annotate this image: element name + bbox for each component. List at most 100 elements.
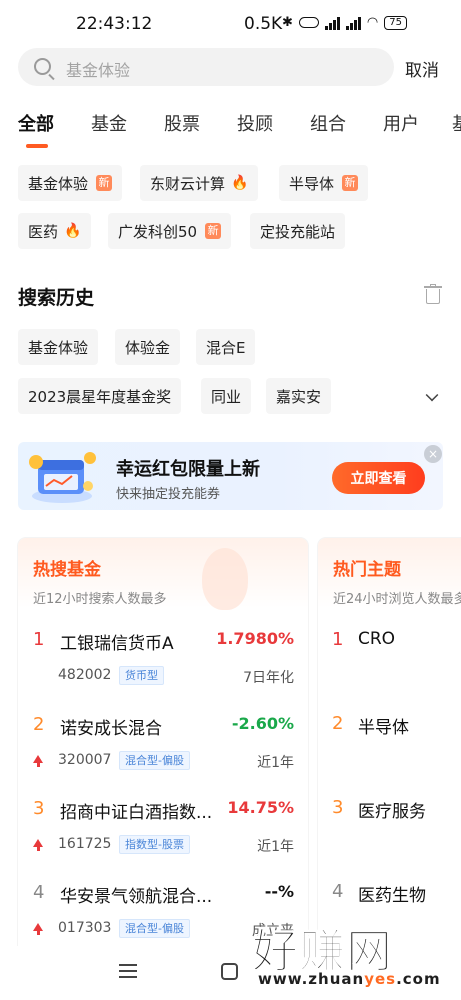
fund-type-tag: 指数型-股票: [119, 835, 190, 854]
chip-label: 东财云计算: [150, 174, 226, 193]
fund-return: -2.60%: [231, 714, 294, 733]
fund-code: 482002: [58, 667, 112, 683]
topic-name: 医疗服务: [358, 802, 426, 822]
tab-more[interactable]: 基: [452, 110, 461, 136]
watermark-url: www.zhuanyes.com: [258, 970, 441, 988]
chevron-down-icon[interactable]: [425, 388, 439, 402]
status-icons: ✱ ◠ 75: [282, 15, 407, 30]
rank-up-icon: [33, 923, 43, 935]
rank-up-icon: [33, 755, 43, 767]
fund-name: 诺安成长混合: [60, 719, 162, 739]
trash-icon[interactable]: [424, 284, 442, 304]
menu-icon[interactable]: [119, 964, 137, 978]
hot-search-chip[interactable]: 广发科创50 新: [108, 213, 232, 249]
history-chip[interactable]: 基金体验: [18, 329, 99, 365]
category-tabs: 全部 基金 股票 投顾 组合 用户 基: [0, 110, 461, 150]
fund-name: 华安景气领航混合...: [60, 887, 213, 907]
topic-rank: 2: [332, 713, 344, 734]
tab-fund[interactable]: 基金: [91, 110, 127, 136]
hot-search-chip[interactable]: 定投充能站: [250, 213, 346, 249]
topic-row[interactable]: 2 半导体: [318, 713, 461, 797]
tab-stock[interactable]: 股票: [164, 110, 200, 136]
history-chip[interactable]: 同业: [201, 378, 252, 414]
banner-title: 幸运红包限量上新: [116, 459, 260, 480]
topic-row[interactable]: 1 CRO: [318, 629, 461, 713]
fund-row[interactable]: 3 招商中证白酒指数... 14.75% 161725 指数型-股票 近1年: [18, 798, 308, 882]
home-icon[interactable]: [221, 963, 238, 980]
search-page: 22:43:12 0.5K ✱ ◠ 75 基金体验 取消 全部 基金 股票 投顾…: [0, 0, 461, 1000]
chip-label: 基金体验: [28, 174, 89, 193]
fund-period: 近1年: [257, 755, 294, 771]
banner-subtitle: 快来抽定投充能券: [116, 487, 221, 502]
fire-icon: 🔥: [64, 223, 82, 239]
status-bar: 22:43:12 0.5K ✱ ◠ 75: [0, 0, 461, 50]
tab-user[interactable]: 用户: [383, 110, 419, 136]
new-badge: 新: [96, 175, 113, 191]
fund-rank: 3: [33, 798, 45, 819]
search-input[interactable]: 基金体验: [18, 48, 394, 86]
fund-row[interactable]: 1 工银瑞信货币A 1.7980% 482002 货币型 7日年化: [18, 629, 308, 713]
history-chip[interactable]: 嘉实安: [266, 378, 332, 414]
new-badge: 新: [205, 223, 222, 239]
topic-rank: 3: [332, 797, 344, 818]
chip-label: 医药: [28, 222, 59, 241]
fund-period: 近1年: [257, 839, 294, 855]
history-title: 搜索历史: [18, 287, 95, 309]
search-placeholder: 基金体验: [66, 61, 131, 80]
fire-icon: 🔥: [231, 175, 249, 191]
view-now-button[interactable]: 立即查看: [332, 462, 425, 494]
fund-code: 161725: [58, 836, 112, 852]
hot-funds-subtitle: 近12小时搜索人数最多: [33, 592, 167, 607]
signal-icon: [324, 16, 340, 30]
topic-row[interactable]: 3 医疗服务: [318, 797, 461, 881]
hot-topics-title: 热门主题: [333, 560, 401, 580]
battery-icon: 75: [384, 15, 407, 30]
signal-icon-2: [345, 16, 361, 30]
flame-decoration: [202, 548, 248, 610]
tab-all[interactable]: 全部: [18, 110, 54, 136]
search-icon: [34, 58, 51, 75]
fund-rank: 1: [33, 629, 45, 650]
cancel-button[interactable]: 取消: [405, 56, 439, 81]
hot-search-chip[interactable]: 基金体验 新: [18, 165, 123, 201]
watermark-logo: 好赚网 www.zhuanyes.com: [252, 915, 457, 995]
fund-return: 1.7980%: [216, 629, 294, 648]
calendar-coin-illustration: [29, 452, 96, 503]
topic-name: 医药生物: [358, 886, 426, 906]
fund-name: 工银瑞信货币A: [60, 634, 174, 654]
chip-label: 定投充能站: [260, 222, 336, 241]
hot-topics-subtitle: 近24小时浏览人数最多: [333, 592, 461, 607]
hd-icon: [298, 17, 319, 28]
history-chip[interactable]: 体验金: [115, 329, 181, 365]
fund-return: --%: [264, 882, 294, 901]
hot-search-chip[interactable]: 医药 🔥: [18, 213, 92, 249]
promo-banner[interactable]: 幸运红包限量上新 快来抽定投充能券 立即查看 ×: [18, 442, 443, 510]
fund-return: 14.75%: [227, 798, 294, 817]
history-chip[interactable]: 2023晨星年度基金奖: [18, 378, 182, 414]
tab-portfolio[interactable]: 组合: [310, 110, 346, 136]
topic-rank: 4: [332, 881, 344, 902]
hot-search-chip[interactable]: 半导体 新: [279, 165, 369, 201]
tab-advisor[interactable]: 投顾: [237, 110, 273, 136]
close-icon[interactable]: ×: [424, 445, 442, 463]
fund-type-tag: 混合型-偏股: [119, 751, 190, 770]
hot-funds-card: 热搜基金 近12小时搜索人数最多 1 工银瑞信货币A 1.7980% 48200…: [18, 538, 308, 958]
hot-topics-card: 热门主题 近24小时浏览人数最多 1 CRO 2 半导体 3 医疗服务 4 医药…: [318, 538, 461, 958]
topic-name: 半导体: [358, 718, 409, 738]
status-time: 22:43:12: [76, 14, 153, 34]
fund-row[interactable]: 2 诺安成长混合 -2.60% 320007 混合型-偏股 近1年: [18, 714, 308, 798]
fund-rank: 4: [33, 882, 45, 903]
fund-name: 招商中证白酒指数...: [60, 803, 213, 823]
wifi-icon: ◠: [366, 15, 379, 30]
history-chip[interactable]: 混合E: [196, 329, 256, 365]
new-badge: 新: [342, 175, 359, 191]
topic-rank: 1: [332, 629, 344, 650]
chip-label: 广发科创50: [118, 222, 198, 241]
fund-type-tag: 货币型: [119, 666, 164, 685]
rank-up-icon: [33, 839, 43, 851]
hot-search-chip[interactable]: 东财云计算 🔥: [140, 165, 259, 201]
network-speed: 0.5K: [244, 14, 283, 34]
fund-period: 7日年化: [243, 670, 294, 686]
topic-name: CRO: [358, 629, 396, 649]
fund-code: 017303: [58, 920, 112, 936]
